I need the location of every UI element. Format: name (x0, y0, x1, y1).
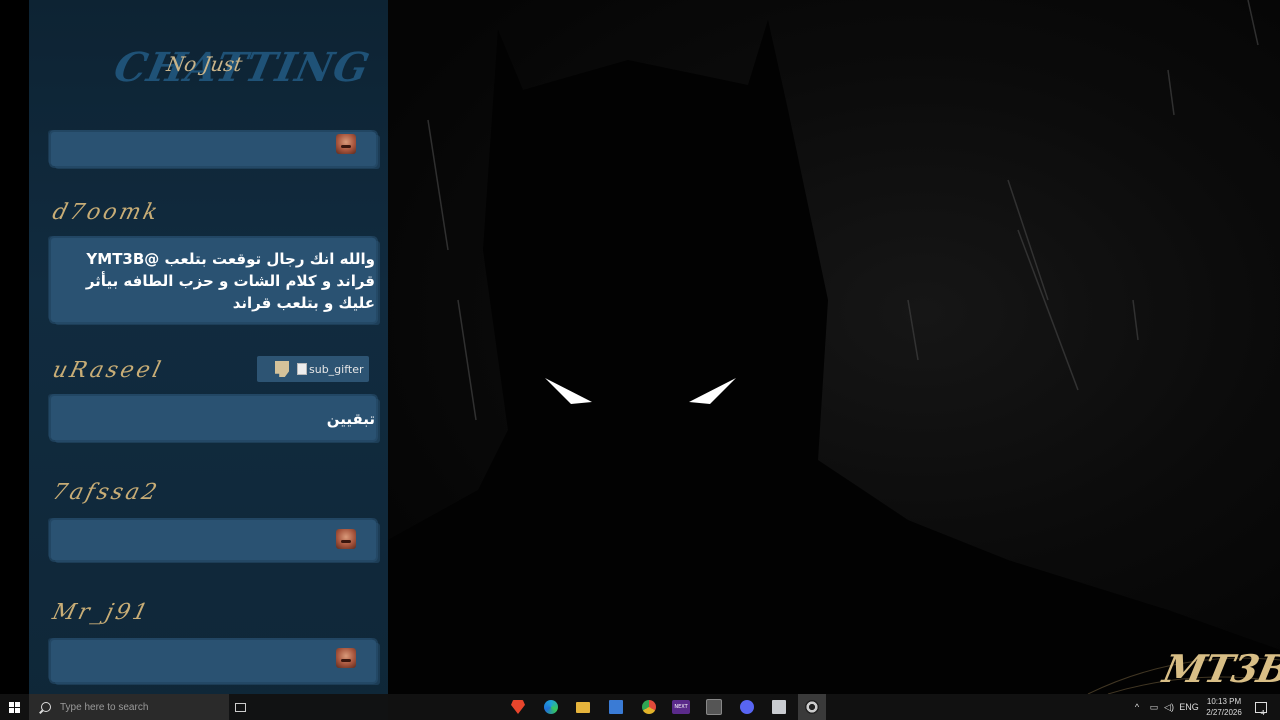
sub-gifter-badge: sub_gifter (257, 356, 369, 382)
discord-icon (740, 700, 754, 714)
message-line: عليك و بتلعب قراند (232, 294, 375, 312)
taskbar-app-file-explorer[interactable] (572, 694, 594, 720)
message-text: والله انك رجال توقعت بتلعب @YMT3B قراند … (86, 248, 375, 314)
notepad-icon (772, 700, 786, 714)
message-bubble (51, 640, 376, 682)
desktop-wallpaper (388, 0, 1280, 694)
emote-face-icon (336, 134, 356, 154)
chat-username: uRaseel (49, 358, 166, 383)
clock-date: 2/27/2026 (1206, 708, 1242, 717)
folder-icon (576, 701, 590, 713)
desktop-edge (0, 0, 29, 694)
taskbar-search-box[interactable]: Type here to search (29, 694, 229, 720)
chrome-icon (642, 700, 656, 714)
chat-username: d7oomk (49, 200, 163, 225)
message-line: قراند و كلام الشات و حزب الطافه بيأثر (85, 272, 375, 290)
edge-icon (544, 700, 558, 714)
store-icon (609, 700, 623, 714)
taskbar-app-chrome[interactable] (638, 694, 660, 720)
taskbar-app-discord[interactable] (736, 694, 758, 720)
taskbar-app-edge[interactable] (540, 694, 562, 720)
search-icon (41, 702, 51, 712)
next-icon: NEXT (672, 700, 690, 714)
message-bubble (51, 520, 376, 560)
mt3b-logo: MT3B (1159, 646, 1280, 691)
emote-face-icon (336, 648, 356, 668)
action-center-button[interactable]: 4 (1250, 694, 1272, 720)
brave-icon (511, 700, 525, 714)
taskbar: Type here to search NEXT ^ ▭ ◁) ENG 10:1… (0, 694, 1280, 720)
chat-username: 7afssa2 (49, 480, 163, 505)
chat-title-sub: No Just (164, 52, 245, 76)
taskbar-app-notepad[interactable] (768, 694, 790, 720)
emote-face-icon (336, 529, 356, 549)
message-line: والله انك رجال توقعت بتلعب @YMT3B (86, 250, 375, 268)
xbox-icon (706, 699, 722, 715)
windows-logo-icon (9, 701, 20, 713)
chat-username: Mr_j91 (49, 600, 153, 625)
batman-silhouette-art (388, 0, 1280, 694)
taskbar-clock[interactable]: 10:13 PM 2/27/2026 (1200, 694, 1248, 720)
network-icon[interactable]: ▭ (1147, 694, 1161, 720)
language-indicator[interactable]: ENG (1178, 694, 1200, 720)
message-text: تبقيين (326, 410, 375, 428)
search-placeholder: Type here to search (60, 701, 149, 713)
chat-title: CHATTING No Just (110, 36, 374, 96)
message-bubble (51, 132, 376, 166)
badge-image-alt: sub_gifter (297, 363, 364, 376)
taskbar-app-obs[interactable] (798, 694, 826, 720)
volume-icon[interactable]: ◁) (1162, 694, 1176, 720)
notification-count: 4 (1260, 709, 1265, 717)
task-view-button[interactable] (230, 694, 250, 720)
twitch-icon (275, 361, 289, 377)
clock-time: 10:13 PM (1206, 697, 1242, 706)
broken-image-icon (297, 363, 307, 375)
task-view-icon (234, 702, 246, 712)
start-button[interactable] (0, 694, 29, 720)
taskbar-app-brave[interactable] (507, 694, 529, 720)
taskbar-app-xbox[interactable] (703, 694, 725, 720)
obs-icon (805, 700, 819, 714)
taskbar-app-next[interactable]: NEXT (670, 694, 692, 720)
chat-overlay: CHATTING No Just d7oomk والله انك رجال ت… (29, 0, 388, 720)
taskbar-app-store[interactable] (605, 694, 627, 720)
tray-overflow-chevron-icon[interactable]: ^ (1130, 694, 1144, 720)
